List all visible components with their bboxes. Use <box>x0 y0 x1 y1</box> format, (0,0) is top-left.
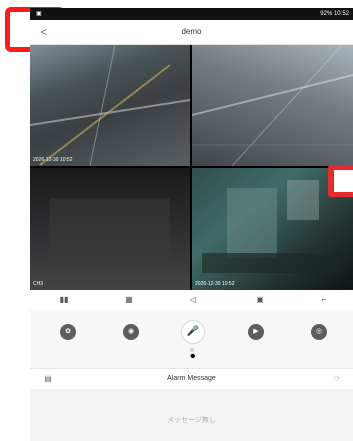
snapshot-icon[interactable]: ◎ <box>311 324 327 340</box>
camera-icon[interactable]: ◉ <box>123 324 139 340</box>
alarm-header: ▤ Alarm Message ⟳ <box>30 368 353 390</box>
dark-room-scene-icon <box>50 198 170 258</box>
app-screen: ▣ 92% 10:52 < demo 2026-12-30 10:52 CH3 … <box>30 8 353 441</box>
refresh-icon[interactable]: ⟳ <box>331 373 343 385</box>
alarm-title: Alarm Message <box>167 375 216 382</box>
page-title: demo <box>181 27 202 36</box>
tile-stamp: 2026-12-30 10:52 <box>33 157 73 163</box>
right-highlight-marker <box>328 165 353 197</box>
grid-icon[interactable]: ▦ <box>122 293 136 307</box>
empty-message: メッセージ無し <box>167 417 216 424</box>
highlight-box-inner <box>334 170 353 192</box>
street-scene-icon <box>30 45 190 166</box>
speaker-icon[interactable]: ◁ <box>186 293 200 307</box>
page-indicator-dot: • <box>190 348 196 365</box>
fullscreen-icon[interactable]: ⌐ <box>317 293 331 307</box>
video-grid: 2026-12-30 10:52 CH3 2026-12-30 10:52 <box>30 45 353 290</box>
pause-icon[interactable]: ▮▮ <box>57 293 71 307</box>
status-bar: ▣ 92% 10:52 <box>30 8 353 20</box>
title-bar: < demo <box>30 20 353 45</box>
microphone-icon[interactable]: 🎤 <box>181 320 205 344</box>
control-panel: ✿ ◉ 🎤 ▶ ◎ • <box>30 310 353 368</box>
tag-icon[interactable]: ▶ <box>248 324 264 340</box>
message-area: メッセージ無し <box>30 389 353 441</box>
intersection-scene-icon <box>192 45 353 166</box>
status-text: 92% 10:52 <box>320 11 349 17</box>
notification-icon: ▣ <box>36 11 42 17</box>
flower-icon[interactable]: ✿ <box>60 324 76 340</box>
video-tile-2[interactable] <box>192 45 353 166</box>
playback-toolbar: ▮▮ ▦ ◁ ▣ ⌐ <box>30 290 353 311</box>
video-tile-1[interactable]: 2026-12-30 10:52 <box>30 45 190 166</box>
tile-stamp: 2026-12-30 10:52 <box>195 281 235 287</box>
video-tile-3[interactable]: CH3 <box>30 168 190 290</box>
tile-stamp: CH3 <box>33 281 44 287</box>
layout-icon[interactable]: ▣ <box>253 293 267 307</box>
